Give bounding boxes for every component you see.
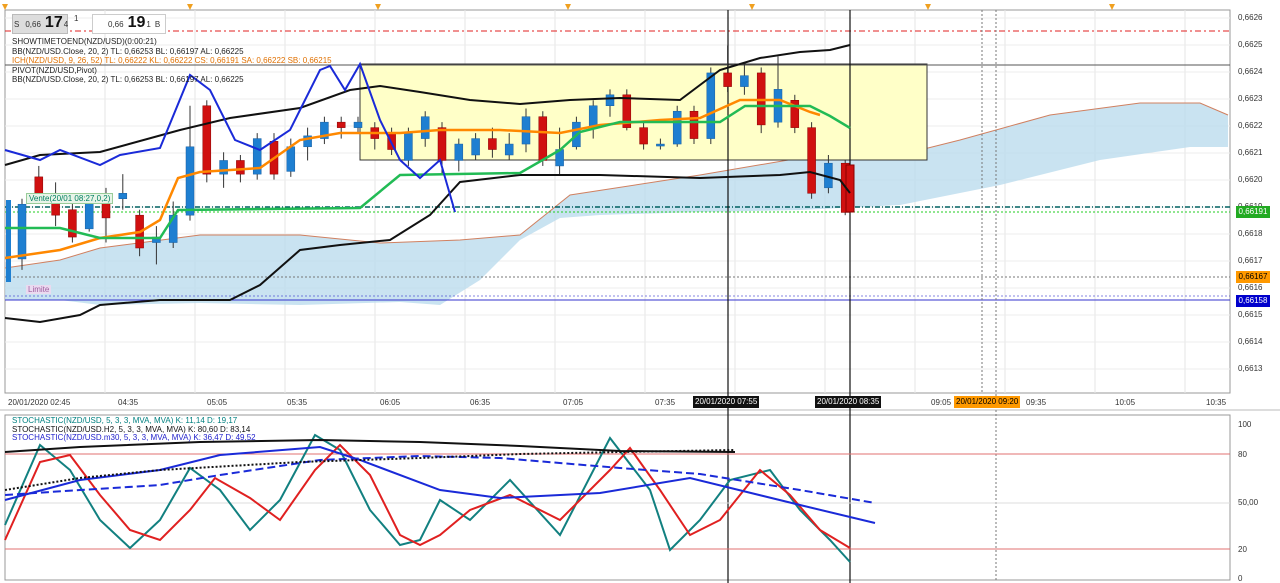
price-tick-label: 0,6614	[1238, 337, 1263, 346]
candle-bullish	[219, 160, 228, 175]
stoch-tick-label: 100	[1238, 420, 1252, 429]
sell-price-big: 17	[44, 14, 63, 31]
price-badge: 0,66167	[1236, 271, 1270, 283]
time-tick-label: 05:05	[207, 398, 228, 407]
trading-chart[interactable]	[0, 0, 1280, 583]
price-tick-label: 0,6624	[1238, 67, 1263, 76]
indicator-legend: PIVOT(NZD/USD,Pivot)	[12, 65, 97, 75]
buy-price-sup: 1	[146, 20, 151, 29]
time-tick-label: 10:35	[1206, 398, 1227, 407]
buy-quote: 0,66 19 1 B	[108, 14, 160, 34]
time-tick-label: 05:35	[287, 398, 308, 407]
candle-bullish	[454, 143, 464, 161]
candle-bullish	[588, 105, 598, 128]
candle-bearish	[202, 105, 212, 175]
limit-order-label: Limite	[26, 285, 52, 294]
price-tick-label: 0,6620	[1238, 175, 1263, 184]
buy-letter: B	[154, 20, 161, 29]
candle-bullish	[185, 146, 195, 216]
sell-prefix: 0,66	[25, 20, 41, 29]
time-tick-label: 04:35	[118, 398, 139, 407]
indicator-legend: ICH(NZD/USD, 9, 26, 52) TL: 0,66222 KL: …	[12, 56, 332, 65]
indicator-legend: BB(NZD/USD.Close, 20, 2) TL: 0,66253 BL:…	[12, 75, 244, 84]
price-tick-label: 0,6615	[1238, 310, 1263, 319]
stoch-tick-label: 80	[1238, 450, 1247, 459]
stoch-tick-label: 20	[1238, 545, 1247, 554]
price-badge: 0,66191	[1236, 206, 1270, 218]
time-tick-label: 07:35	[655, 398, 676, 407]
price-tick-label: 0,6623	[1238, 94, 1263, 103]
candle-bullish	[420, 116, 430, 139]
price-badge: 0,66158	[1236, 295, 1270, 307]
time-marker-label: 20/01/2020 07:55	[693, 396, 760, 408]
stoch-legend: STOCHASTIC(NZD/USD.m30, 5, 3, 3, MVA, MV…	[12, 433, 256, 442]
price-tick-label: 0,6613	[1238, 364, 1263, 373]
candle-bearish	[538, 116, 548, 161]
candle-bullish	[672, 110, 682, 145]
candle-bullish	[286, 146, 296, 172]
price-tick-label: 0,6616	[1238, 283, 1263, 292]
candle-bearish	[807, 127, 816, 194]
buy-price-big: 19	[127, 14, 146, 31]
candle-bearish	[488, 138, 497, 150]
time-tick-label: 20/01/2020 02:45	[8, 398, 71, 407]
candle-bearish	[639, 127, 648, 145]
candle-bearish	[689, 110, 699, 139]
price-tick-label: 0,6618	[1238, 229, 1263, 238]
price-tick-label: 0,6617	[1238, 256, 1263, 265]
price-tick-label: 0,6625	[1238, 40, 1263, 49]
candle-bearish	[336, 121, 346, 128]
indicator-legend: BB(NZD/USD.Close, 20, 2) TL: 0,66253 BL:…	[12, 46, 244, 56]
stoch-tick-label: 0	[1238, 574, 1243, 583]
candle-bullish	[740, 75, 749, 87]
time-tick-label: 06:05	[380, 398, 401, 407]
price-tick-label: 0,6621	[1238, 148, 1263, 157]
candle-bullish	[706, 72, 716, 139]
candle-bullish	[656, 143, 665, 147]
time-tick-label: 09:05	[931, 398, 952, 407]
candle-bullish	[404, 132, 413, 161]
sell-letter: S	[14, 20, 20, 29]
candle-bearish	[236, 160, 245, 175]
sell-price-sup: 4	[63, 20, 69, 29]
time-tick-label: 09:35	[1026, 398, 1047, 407]
stoch-tick-label: 50,00	[1238, 498, 1259, 507]
candle-bullish	[353, 121, 363, 128]
spread: 1	[74, 14, 78, 34]
time-tick-label: 06:35	[470, 398, 491, 407]
spread-value: 1	[74, 14, 79, 23]
time-tick-label: 10:05	[1115, 398, 1136, 407]
sell-order-label: Vente(20/01 08:27,0,2)	[26, 193, 114, 204]
buy-prefix: 0,66	[108, 20, 124, 29]
time-marker-label: 20/01/2020 08:35	[815, 396, 882, 408]
candle-bullish	[17, 203, 27, 260]
time-marker-label: 20/01/2020 09:20	[954, 396, 1021, 408]
candle-bullish	[504, 143, 514, 156]
candle-bearish	[437, 127, 447, 161]
candle-bearish	[723, 72, 732, 87]
sell-quote: S 0,66 17 4	[14, 14, 68, 34]
price-tick-label: 0,6622	[1238, 121, 1263, 130]
candle-bullish	[118, 193, 128, 200]
candle-bullish	[471, 138, 480, 156]
price-tick-label: 0,6626	[1238, 13, 1263, 22]
candle-bullish	[84, 201, 94, 230]
candle-bullish	[605, 94, 615, 107]
indicator-legend: SHOWTIMETOEND(NZD/USD)(0:00:21)	[12, 37, 157, 46]
time-tick-label: 07:05	[563, 398, 584, 407]
candle-bearish	[34, 176, 44, 194]
candle-bullish	[6, 200, 11, 282]
